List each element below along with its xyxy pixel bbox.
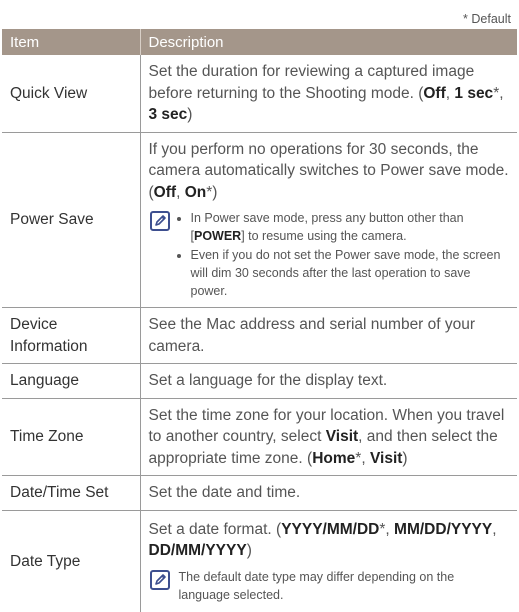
column-header-item: Item bbox=[2, 29, 140, 55]
item-cell: Power Save bbox=[2, 132, 140, 308]
note-box: In Power save mode, press any button oth… bbox=[149, 209, 510, 301]
table-row: Date Type Set a date format. (YYYY/MM/DD… bbox=[2, 510, 517, 612]
note-bullet: In Power save mode, press any button oth… bbox=[191, 209, 510, 245]
item-cell: Time Zone bbox=[2, 398, 140, 476]
note-pencil-icon bbox=[149, 211, 170, 231]
settings-table: Item Description Quick View Set the dura… bbox=[2, 29, 517, 612]
table-row: Language Set a language for the display … bbox=[2, 363, 517, 399]
note-pencil-icon bbox=[149, 569, 170, 590]
description-cell: Set a language for the display text. bbox=[139, 363, 517, 399]
table-row: Date/Time Set Set the date and time. bbox=[2, 475, 517, 511]
table-row: Time Zone Set the time zone for your loc… bbox=[2, 398, 517, 476]
item-cell: Device Information bbox=[2, 307, 140, 364]
note-box: The default date type may differ dependi… bbox=[149, 568, 510, 604]
description-cell: See the Mac address and serial number of… bbox=[139, 307, 517, 364]
description-cell: Set the time zone for your location. Whe… bbox=[139, 398, 517, 476]
description-cell: Set the date and time. bbox=[139, 475, 517, 511]
table-row: Quick View Set the duration for reviewin… bbox=[2, 55, 517, 133]
item-cell: Date Type bbox=[10, 552, 81, 570]
item-cell: Quick View bbox=[2, 55, 140, 133]
column-header-description: Description bbox=[139, 29, 517, 55]
note-bullet: Even if you do not set the Power save mo… bbox=[191, 246, 510, 300]
item-cell: Date/Time Set bbox=[2, 475, 140, 511]
item-cell: Language bbox=[2, 363, 140, 399]
note-text: The default date type may differ dependi… bbox=[178, 569, 455, 602]
table-row: Power Save If you perform no operations … bbox=[2, 132, 517, 308]
table-header: Item Description bbox=[2, 29, 517, 55]
description-cell: Set a date format. (YYYY/MM/DD*, MM/DD/Y… bbox=[139, 510, 517, 612]
description-cell: If you perform no operations for 30 seco… bbox=[139, 132, 517, 308]
description-cell: Set the duration for reviewing a capture… bbox=[139, 55, 517, 133]
table-row: Device Information See the Mac address an… bbox=[2, 307, 517, 364]
default-note: * Default bbox=[463, 12, 511, 26]
